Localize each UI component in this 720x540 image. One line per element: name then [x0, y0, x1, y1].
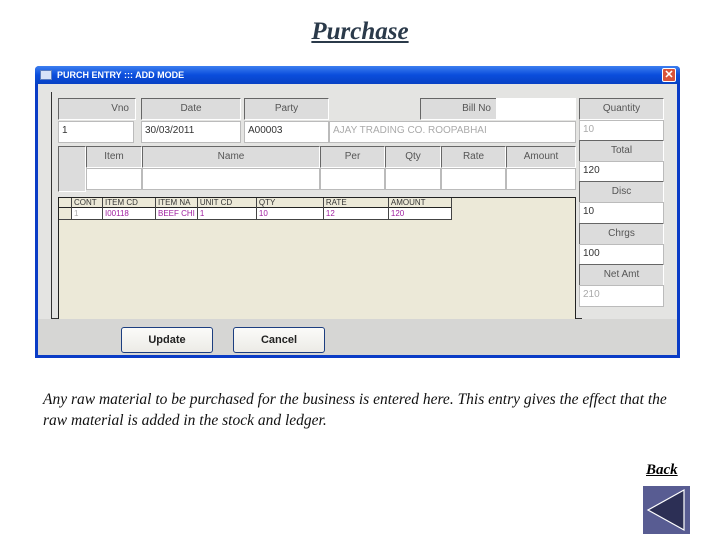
item-header: Item: [86, 146, 142, 168]
grid-col-rate[interactable]: RATE: [323, 198, 389, 208]
grid-col-qty[interactable]: QTY: [256, 198, 324, 208]
grid-cell-cont[interactable]: 1: [71, 207, 103, 220]
item-row-selector: [58, 146, 86, 192]
window-titlebar[interactable]: PURCH ENTRY ::: ADD MODE ✕: [35, 66, 680, 84]
chrgs-input[interactable]: 100: [579, 244, 664, 266]
grid-cell-amount[interactable]: 120: [388, 207, 452, 220]
party-code-input[interactable]: A00003: [244, 121, 329, 143]
qty-header: Qty: [385, 146, 441, 168]
app-icon: [40, 70, 52, 80]
button-bar: Update Cancel: [38, 319, 677, 355]
window-title: PURCH ENTRY ::: ADD MODE: [57, 70, 185, 80]
disc-label: Disc: [579, 181, 664, 203]
bill-no-label: Bill No: [420, 98, 498, 120]
net-amt-label: Net Amt: [579, 264, 664, 286]
grid-col-amount[interactable]: AMOUNT: [388, 198, 452, 208]
quantity-label: Quantity: [579, 98, 664, 120]
chrgs-label: Chrgs: [579, 223, 664, 245]
party-name-input[interactable]: AJAY TRADING CO. ROOPABHAI: [329, 121, 576, 143]
total-input[interactable]: 120: [579, 161, 664, 183]
update-button[interactable]: Update: [121, 327, 213, 353]
per-input[interactable]: [320, 168, 385, 190]
rate-header: Rate: [441, 146, 506, 168]
table-row[interactable]: 1 I00118 BEEF CHI 1 10 12 120: [59, 207, 452, 220]
grid-cell-rate[interactable]: 12: [323, 207, 389, 220]
grid-header-row: CONT ITEM CD ITEM NA UNIT CD QTY RATE AM…: [59, 198, 452, 208]
qty-input[interactable]: [385, 168, 441, 190]
name-input[interactable]: [142, 168, 320, 190]
grid-cell-qty[interactable]: 10: [256, 207, 324, 220]
grid-col-item-na[interactable]: ITEM NA: [155, 198, 198, 208]
item-input[interactable]: [86, 168, 142, 190]
items-table: CONT ITEM CD ITEM NA UNIT CD QTY RATE AM…: [59, 198, 452, 220]
slide-description: Any raw material to be purchased for the…: [43, 391, 667, 429]
amount-input[interactable]: [506, 168, 576, 190]
date-label: Date: [141, 98, 241, 120]
disc-input[interactable]: 10: [579, 202, 664, 224]
back-arrow-icon: [646, 488, 685, 532]
items-grid[interactable]: CONT ITEM CD ITEM NA UNIT CD QTY RATE AM…: [58, 197, 576, 337]
date-input[interactable]: 30/03/2011: [141, 121, 241, 143]
window-client: Vno Date Party Bill No 1 30/03/2011 A000…: [38, 84, 677, 355]
name-header: Name: [142, 146, 320, 168]
cancel-button[interactable]: Cancel: [233, 327, 325, 353]
total-label: Total: [579, 140, 664, 162]
close-icon[interactable]: ✕: [662, 68, 676, 82]
back-button[interactable]: [643, 486, 690, 534]
per-header: Per: [320, 146, 385, 168]
vno-label: Vno: [58, 98, 136, 120]
purchase-entry-window: PURCH ENTRY ::: ADD MODE ✕ Vno Date Part…: [35, 66, 680, 358]
grid-col-item-cd[interactable]: ITEM CD: [102, 198, 156, 208]
slide-title: Purchase: [311, 18, 409, 45]
grid-cell-unit-cd[interactable]: 1: [197, 207, 257, 220]
grid-col-unit-cd[interactable]: UNIT CD: [197, 198, 257, 208]
grid-row-selector[interactable]: [59, 207, 72, 220]
bill-no-input[interactable]: [496, 98, 576, 120]
grid-col-cont[interactable]: CONT: [71, 198, 103, 208]
quantity-input[interactable]: 10: [579, 120, 664, 142]
grid-row-selector-header: [59, 198, 72, 208]
amount-header: Amount: [506, 146, 576, 168]
rate-input[interactable]: [441, 168, 506, 190]
back-link[interactable]: Back: [646, 462, 678, 479]
vno-input[interactable]: 1: [58, 121, 134, 143]
net-amt-input[interactable]: 210: [579, 285, 664, 307]
grid-cell-item-cd[interactable]: I00118: [102, 207, 156, 220]
grid-cell-item-na[interactable]: BEEF CHI: [155, 207, 198, 220]
party-label: Party: [244, 98, 329, 120]
